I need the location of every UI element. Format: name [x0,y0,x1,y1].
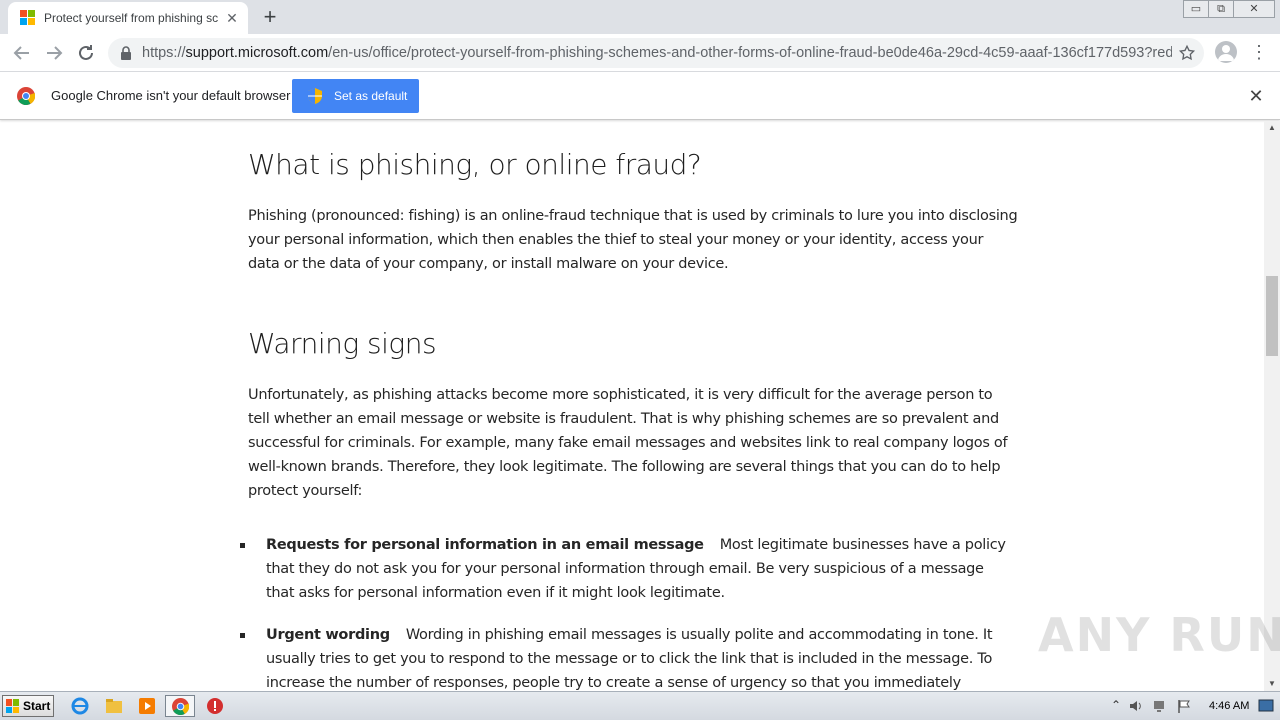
url-path: /en-us/office/protect-yourself-from-phis… [328,45,1172,61]
paragraph-warning-signs: Unfortunately, as phishing attacks becom… [248,387,1008,499]
tab-close-icon[interactable]: ✕ [224,10,240,26]
paragraph-phishing-definition: Phishing (pronounced: fishing) is an onl… [248,208,1018,272]
restore-button[interactable]: ⧉ [1208,0,1234,18]
media-player-icon[interactable] [138,697,156,715]
windows-taskbar: Start ⌃ 4:46 AM [0,691,1280,720]
system-clock[interactable]: 4:46 AM [1209,700,1249,712]
tab-active[interactable]: Protect yourself from phishing schemes ✕ [8,2,248,34]
url-text[interactable]: https://support.microsoft.com/en-us/offi… [142,45,1172,61]
infobar-message: Google Chrome isn't your default browser [51,88,291,103]
show-desktop-icon[interactable] [1258,698,1274,714]
volume-icon[interactable] [1128,698,1144,714]
close-window-button[interactable]: ✕ [1233,0,1275,18]
start-label: Start [23,699,51,713]
infobar-close-icon[interactable]: ✕ [1247,87,1265,105]
file-explorer-icon[interactable] [105,697,123,715]
chrome-logo-icon [17,87,35,105]
scrollbar-thumb[interactable] [1266,276,1278,356]
address-bar[interactable]: https://support.microsoft.com/en-us/offi… [108,38,1204,68]
browser-toolbar: https://support.microsoft.com/en-us/offi… [0,34,1280,72]
url-host: support.microsoft.com [185,45,329,61]
anyrun-watermark: ANY RUN [1038,608,1280,662]
network-icon[interactable] [1152,698,1168,714]
windows-logo-icon [6,699,20,713]
tab-title: Protect yourself from phishing schemes [44,11,218,25]
profile-avatar-icon[interactable] [1215,41,1237,63]
vertical-scrollbar[interactable]: ▲ ▼ [1264,121,1280,691]
lock-icon[interactable] [120,46,132,60]
antivirus-stop-icon[interactable] [206,697,224,715]
bookmark-star-icon[interactable] [1178,44,1196,62]
warning-signs-list: Requests for personal information in an … [240,533,1010,691]
scroll-up-arrow-icon[interactable]: ▲ [1264,121,1280,135]
action-center-flag-icon[interactable] [1176,698,1192,714]
list-item-title: Requests for personal information in an … [266,537,704,553]
heading-warning-signs: Warning signs [248,327,437,360]
default-browser-infobar: Google Chrome isn't your default browser [0,72,1280,120]
start-button[interactable]: Start [2,695,54,717]
tab-strip: Protect yourself from phishing schemes ✕… [0,0,1280,34]
new-tab-button[interactable]: + [258,6,282,30]
set-as-default-label: Set as default [334,89,408,103]
reload-icon[interactable] [74,41,98,65]
list-item-title: Urgent wording [266,627,390,643]
heading-what-is-phishing: What is phishing, or online fraud? [248,148,702,181]
chrome-taskbar-icon [172,698,189,715]
url-scheme: https:// [142,45,186,61]
internet-explorer-icon[interactable] [71,697,89,715]
uac-shield-icon [308,88,322,104]
scroll-down-arrow-icon[interactable]: ▼ [1264,677,1280,691]
chrome-taskbar-button[interactable] [165,695,195,717]
chrome-menu-icon[interactable]: ⋮ [1250,42,1268,62]
minimize-button[interactable]: ▭ [1183,0,1209,18]
set-as-default-button[interactable]: Set as default [292,79,419,113]
list-item: Urgent wording Wording in phishing email … [240,623,1010,691]
forward-arrow-icon[interactable] [42,41,66,65]
microsoft-favicon-icon [20,10,36,26]
back-arrow-icon[interactable] [10,41,34,65]
page-content: What is phishing, or online fraud? Phish… [0,121,1264,691]
list-item: Requests for personal information in an … [240,533,1010,605]
tray-expand-icon[interactable]: ⌃ [1108,698,1124,714]
